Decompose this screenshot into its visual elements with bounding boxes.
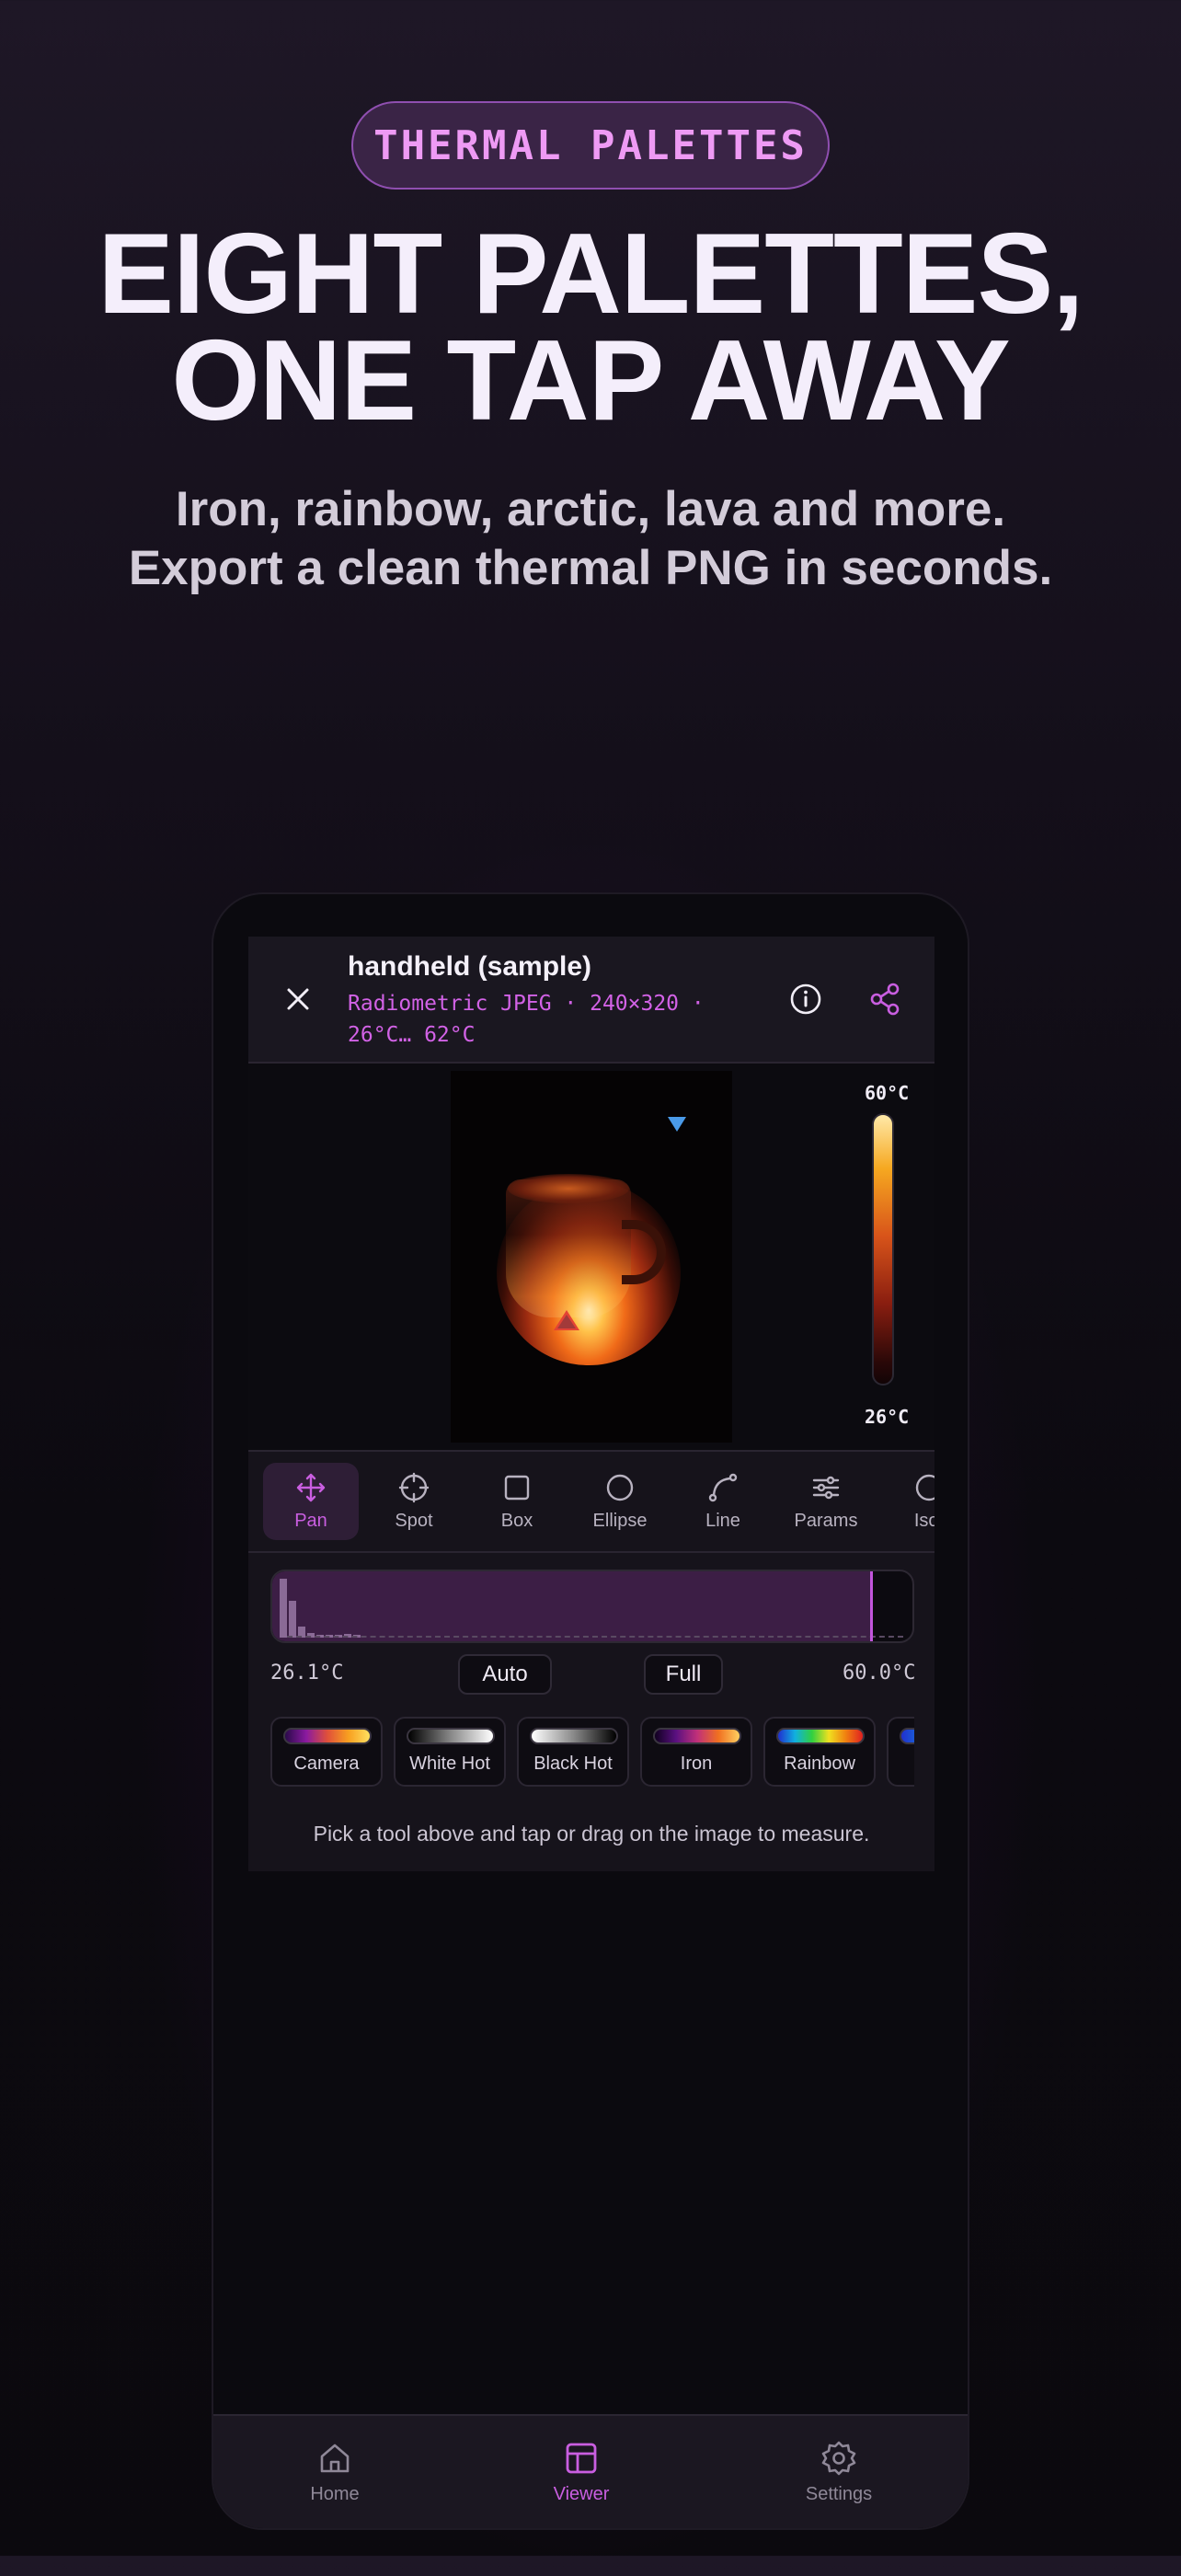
selected-range — [272, 1571, 870, 1641]
palette-label: Ra — [889, 1754, 914, 1775]
nav-label: Viewer — [553, 2484, 610, 2504]
tool-label: Params — [794, 1511, 858, 1531]
histogram-baseline — [287, 1636, 903, 1638]
palette-label: Rainbow — [784, 1754, 855, 1774]
circle-icon — [915, 1474, 934, 1501]
info-icon — [790, 983, 821, 1015]
scale-min-label: 26°C — [865, 1406, 910, 1428]
histogram-bar — [289, 1601, 296, 1638]
subheadline-line-1: Iron, rainbow, arctic, lava and more. — [175, 482, 1006, 536]
palette-swatch — [653, 1728, 741, 1744]
tool-bar: Pan Spot Box Ellipse Line Params Is — [248, 1450, 934, 1553]
palette-white-hot[interactable]: White Hot — [394, 1717, 506, 1787]
tool-label: Ellipse — [592, 1511, 648, 1531]
section-tag: THERMAL PALETTES — [351, 101, 830, 190]
palette-black-hot[interactable]: Black Hot — [517, 1717, 629, 1787]
palette-camera[interactable]: Camera — [270, 1717, 383, 1787]
circle-icon — [606, 1474, 634, 1501]
nav-viewer[interactable]: Viewer — [508, 2440, 655, 2505]
palette-label: Iron — [680, 1754, 713, 1774]
sliders-icon — [812, 1476, 840, 1500]
share-button[interactable] — [863, 977, 907, 1021]
crosshair-icon — [398, 1472, 430, 1503]
viewer-screen: handheld (sample) Radiometric JPEG · 240… — [248, 937, 934, 1871]
tool-label: Isot — [913, 1511, 934, 1531]
nav-home[interactable]: Home — [261, 2440, 408, 2505]
tool-label: Pan — [294, 1511, 327, 1531]
file-title: handheld (sample) — [348, 951, 592, 982]
tool-spot[interactable]: Spot — [366, 1463, 462, 1540]
tool-ellipse[interactable]: Ellipse — [572, 1463, 668, 1540]
nav-settings[interactable]: Settings — [765, 2440, 912, 2505]
histogram-bar — [280, 1579, 287, 1638]
tool-params[interactable]: Params — [778, 1463, 874, 1540]
range-max-handle[interactable] — [870, 1571, 873, 1641]
file-meta: Radiometric JPEG · 240×320 · 26°C… 62°C — [348, 992, 705, 1047]
range-max-value: 60.0°C — [843, 1662, 916, 1685]
tool-label: Line — [705, 1511, 740, 1531]
layout-icon — [566, 2443, 597, 2474]
close-icon — [287, 988, 309, 1010]
palette-swatch — [776, 1728, 865, 1744]
subheadline-line-2: Export a clean thermal PNG in seconds. — [128, 541, 1053, 595]
tool-label: Box — [500, 1511, 533, 1531]
gear-icon — [821, 2441, 856, 2476]
line-curve-icon — [708, 1473, 738, 1502]
palette-swatch — [900, 1728, 914, 1744]
headline-line-2: ONE TAP AWAY — [171, 317, 1010, 444]
palette-rainbow[interactable]: Rainbow — [763, 1717, 876, 1787]
full-range-button[interactable]: Full — [644, 1654, 723, 1695]
scale-max-label: 60°C — [865, 1082, 910, 1104]
palette-swatch — [530, 1728, 618, 1744]
nav-label: Settings — [805, 2484, 873, 2504]
tool-line[interactable]: Line — [675, 1463, 771, 1540]
min-temp-marker-icon — [668, 1117, 686, 1132]
thermal-image[interactable] — [451, 1071, 732, 1443]
palette-iron[interactable]: Iron — [640, 1717, 752, 1787]
bottom-nav: Home Viewer Settings — [213, 2414, 968, 2528]
headline-line-1: EIGHT PALETTES, — [97, 211, 1084, 338]
share-icon — [870, 983, 900, 1016]
close-button[interactable] — [276, 977, 320, 1021]
tool-label: Spot — [395, 1511, 433, 1531]
range-min-value: 26.1°C — [270, 1662, 344, 1685]
move-icon — [296, 1473, 326, 1502]
palette-label: Camera — [293, 1754, 360, 1774]
tool-pan[interactable]: Pan — [263, 1463, 359, 1540]
adjust-panel: 26.1°C Auto Full 60.0°C Camera White Hot… — [248, 1553, 934, 1871]
histogram-range-slider[interactable] — [270, 1570, 914, 1643]
palette-label: White Hot — [409, 1754, 490, 1774]
info-button[interactable] — [784, 977, 828, 1021]
temperature-scale-bar — [872, 1113, 894, 1386]
palette-swatch — [283, 1728, 372, 1744]
thermal-viewer: 60°C 26°C — [248, 1064, 934, 1450]
home-icon — [320, 2444, 350, 2473]
palette-strip: Camera White Hot Black Hot Iron Rainbow — [270, 1717, 914, 1790]
square-icon — [504, 1475, 530, 1501]
measure-hint: Pick a tool above and tap or drag on the… — [313, 1822, 870, 1846]
max-temp-marker-icon — [554, 1310, 579, 1330]
cup-rim — [508, 1174, 629, 1203]
tool-isotherm[interactable]: Isot — [881, 1463, 934, 1540]
tool-box[interactable]: Box — [469, 1463, 565, 1540]
palette-rainbow-hc[interactable]: Ra — [887, 1717, 914, 1787]
palette-label: Black Hot — [533, 1754, 613, 1774]
phone-frame: handheld (sample) Radiometric JPEG · 240… — [212, 892, 969, 2530]
palette-swatch — [407, 1728, 495, 1744]
nav-label: Home — [310, 2484, 360, 2504]
viewer-top-bar: handheld (sample) Radiometric JPEG · 240… — [248, 937, 934, 1062]
auto-range-button[interactable]: Auto — [458, 1654, 552, 1695]
